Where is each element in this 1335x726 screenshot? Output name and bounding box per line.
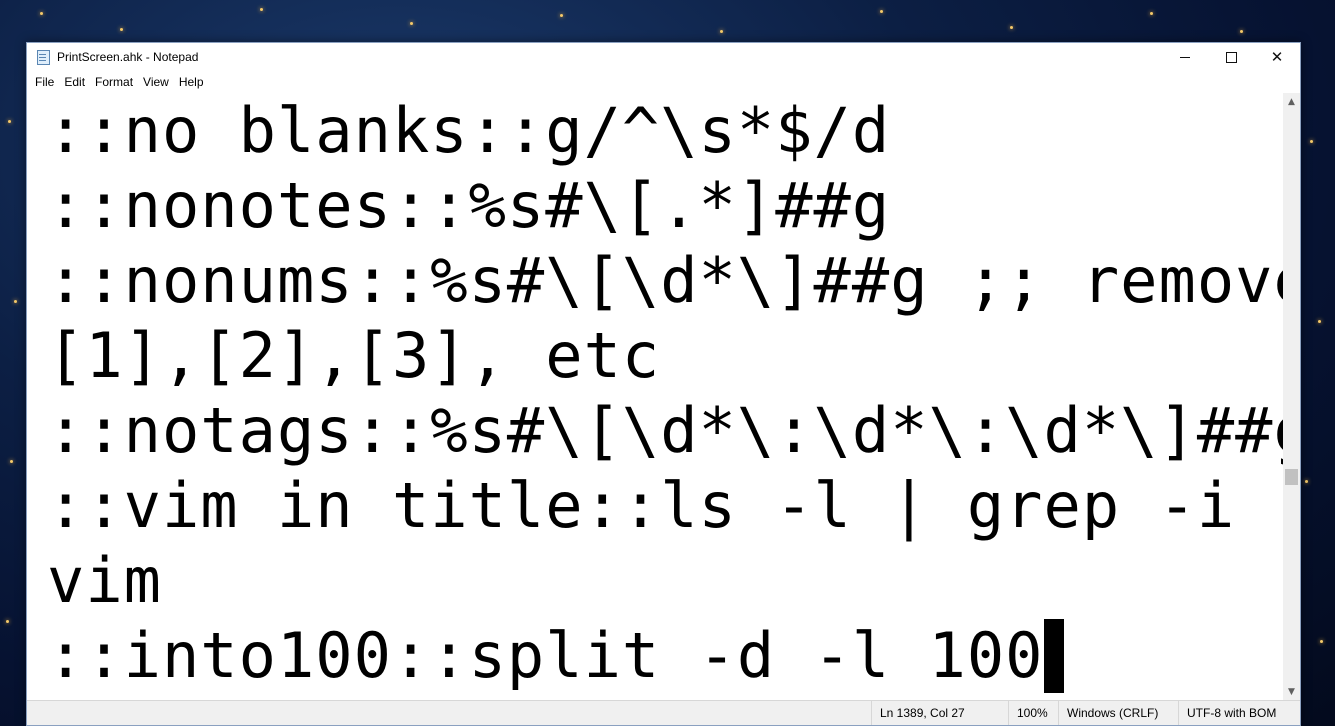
menu-help[interactable]: Help (174, 75, 209, 89)
text-line: [1],[2],[3], etc (47, 319, 661, 392)
text-editor[interactable]: ::no blanks::g/^\s*$/d ::nonotes::%s#\[.… (27, 93, 1283, 700)
menu-view[interactable]: View (138, 75, 174, 89)
menu-edit[interactable]: Edit (59, 75, 90, 89)
close-button[interactable]: ✕ (1254, 43, 1300, 71)
minimize-icon (1180, 56, 1190, 58)
status-encoding: UTF-8 with BOM (1178, 701, 1300, 725)
notepad-window: PrintScreen.ahk - Notepad ✕ File Edit Fo… (26, 42, 1301, 726)
text-line: ::notags::%s#\[\d*\:\d*\:\d*\]##g (47, 394, 1283, 467)
maximize-icon (1225, 51, 1237, 63)
scroll-down-icon[interactable]: ▼ (1283, 683, 1300, 700)
menu-bar: File Edit Format View Help (27, 71, 1300, 93)
scroll-thumb[interactable] (1285, 469, 1298, 485)
title-bar[interactable]: PrintScreen.ahk - Notepad ✕ (27, 43, 1300, 71)
menu-file[interactable]: File (30, 75, 59, 89)
text-line: ::nonotes::%s#\[.*]##g (47, 169, 891, 242)
scroll-up-icon[interactable]: ▲ (1283, 93, 1300, 110)
status-cursor-position: Ln 1389, Col 27 (871, 701, 1008, 725)
status-bar: Ln 1389, Col 27 100% Windows (CRLF) UTF-… (27, 700, 1300, 725)
text-cursor (1043, 619, 1064, 693)
text-line: ::vim in title::ls -l | grep -i (47, 469, 1236, 542)
menu-format[interactable]: Format (90, 75, 138, 89)
status-zoom: 100% (1008, 701, 1058, 725)
minimize-button[interactable] (1162, 43, 1208, 71)
window-title: PrintScreen.ahk - Notepad (57, 50, 199, 64)
status-line-ending: Windows (CRLF) (1058, 701, 1178, 725)
text-line: ::no blanks::g/^\s*$/d (47, 94, 891, 167)
text-line: ::into100::split -d -l 100 (47, 619, 1044, 692)
editor-text[interactable]: ::no blanks::g/^\s*$/d ::nonotes::%s#\[.… (27, 93, 1283, 693)
notepad-icon (36, 49, 50, 65)
vertical-scrollbar[interactable]: ▲ ▼ (1283, 93, 1300, 700)
close-icon: ✕ (1270, 48, 1284, 66)
text-line: ::nonums::%s#\[\d*\]##g ;; remove (47, 244, 1283, 317)
text-line: vim (47, 544, 162, 617)
maximize-button[interactable] (1208, 43, 1254, 71)
